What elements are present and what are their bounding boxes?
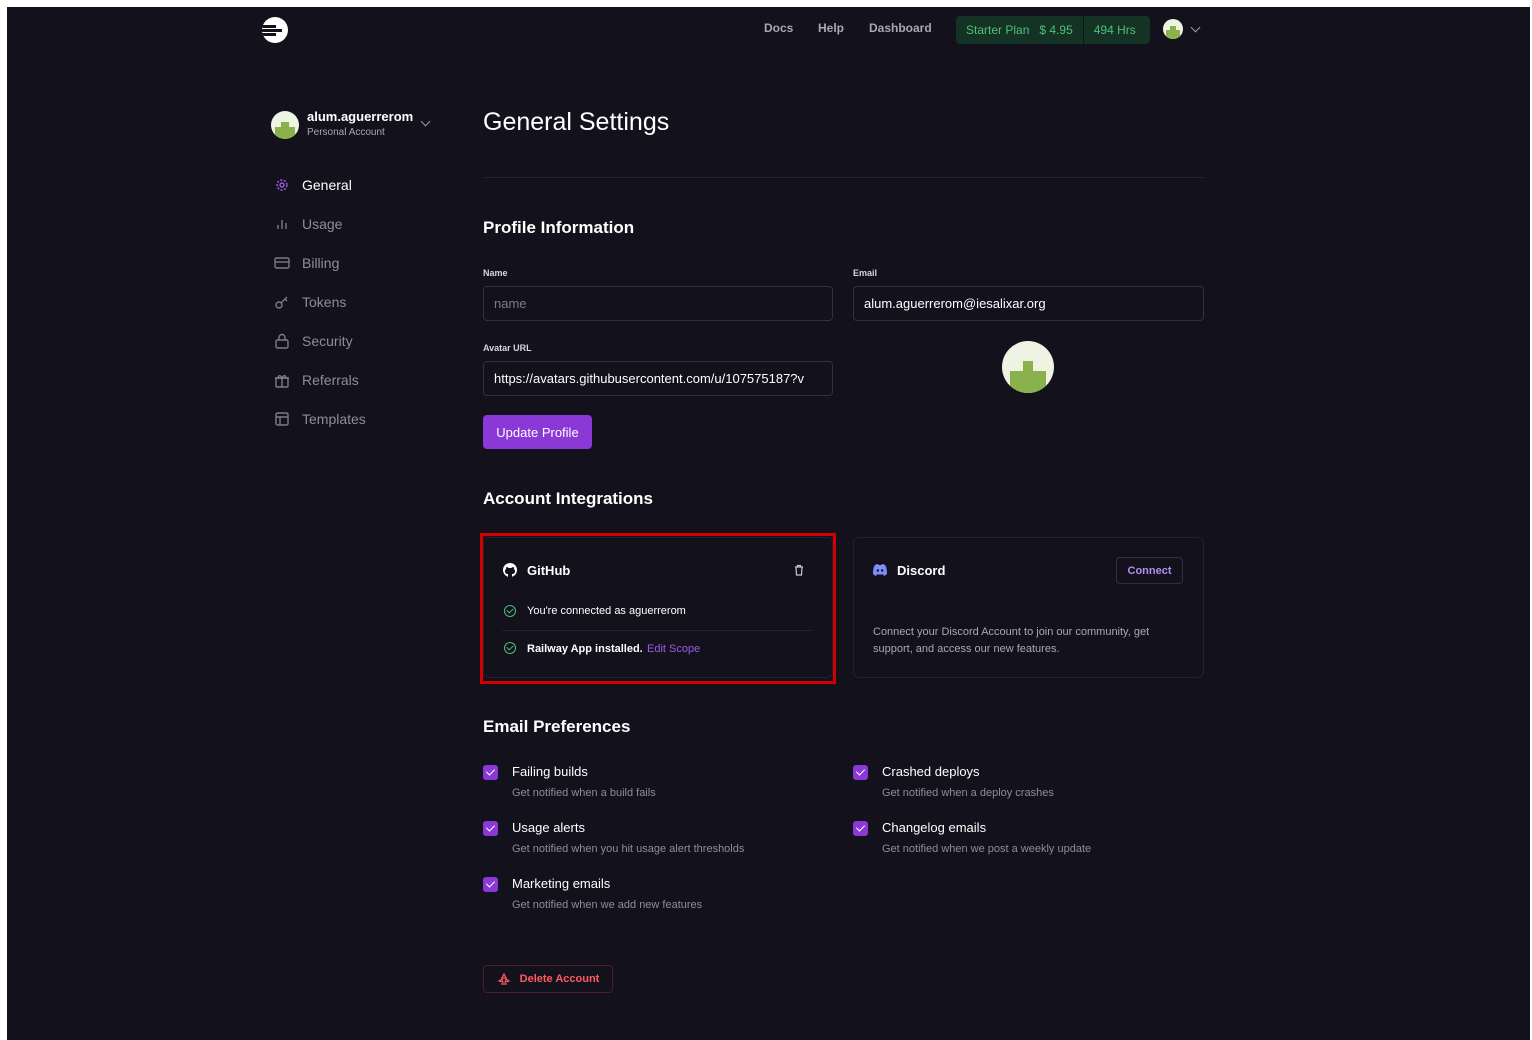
usage-alerts-checkbox[interactable]	[483, 821, 498, 836]
nav-dashboard-link[interactable]: Dashboard	[869, 21, 932, 35]
chevron-down-icon[interactable]	[1190, 22, 1201, 33]
sidebar-item-label: Tokens	[302, 294, 347, 310]
changelog-emails-checkbox[interactable]	[853, 821, 868, 836]
nav-docs-link[interactable]: Docs	[764, 21, 793, 35]
sidebar-item-label: Templates	[302, 411, 366, 427]
gift-icon	[273, 371, 291, 389]
pref-title: Usage alerts	[512, 820, 585, 835]
plan-hours: 494 Hrs	[1093, 23, 1136, 37]
highlight-box	[480, 533, 836, 684]
discord-icon	[872, 563, 888, 582]
pref-title: Crashed deploys	[882, 764, 980, 779]
email-label: Email	[853, 268, 878, 278]
marketing-emails-checkbox[interactable]	[483, 877, 498, 892]
railway-logo-icon[interactable]	[262, 17, 288, 43]
discord-connect-button[interactable]: Connect	[1116, 557, 1183, 584]
pref-description: Get notified when a deploy crashes	[882, 787, 1054, 799]
pref-description: Get notified when you hit usage alert th…	[512, 843, 745, 855]
sidebar-item-label: Usage	[302, 216, 343, 232]
name-label: Name	[483, 268, 508, 278]
sidebar-item-label: Referrals	[302, 372, 359, 388]
app-window: Docs Help Dashboard Starter Plan $ 4.95 …	[7, 7, 1530, 1040]
integrations-heading: Account Integrations	[483, 489, 654, 508]
nav-help-link[interactable]: Help	[818, 21, 844, 35]
account-avatar[interactable]	[271, 111, 299, 139]
sidebar-item-security[interactable]: Security	[273, 330, 353, 352]
plan-separator	[1082, 16, 1084, 44]
danger-icon	[497, 973, 511, 985]
failing-builds-checkbox[interactable]	[483, 765, 498, 780]
discord-title: Discord	[897, 563, 946, 578]
delete-account-button[interactable]: Delete Account	[483, 965, 613, 993]
pref-description: Get notified when we post a weekly updat…	[882, 843, 1092, 855]
credit-card-icon	[273, 254, 291, 272]
email-preferences-heading: Email Preferences	[483, 717, 631, 736]
bar-chart-icon	[273, 215, 291, 233]
key-icon	[273, 293, 291, 311]
discord-description-line1: Connect your Discord Account to join our…	[873, 626, 1150, 638]
sidebar-item-billing[interactable]: Billing	[273, 252, 339, 274]
account-name[interactable]: alum.aguerrerom	[307, 109, 415, 124]
profile-heading: Profile Information	[483, 218, 635, 237]
profile-avatar-preview	[1002, 341, 1054, 393]
sidebar-item-usage[interactable]: Usage	[273, 213, 342, 235]
sidebar-item-general[interactable]: General	[273, 174, 352, 196]
pref-title: Marketing emails	[512, 876, 611, 891]
discord-description-line2: support, and access our new features.	[873, 643, 1060, 655]
crashed-deploys-checkbox[interactable]	[853, 765, 868, 780]
update-profile-button[interactable]: Update Profile	[483, 415, 592, 449]
page-title: General Settings	[483, 108, 670, 136]
pref-title: Failing builds	[512, 764, 588, 779]
account-chevron-down-icon[interactable]	[420, 116, 431, 127]
name-input[interactable]: name	[483, 286, 833, 321]
sidebar-item-label: Security	[302, 333, 353, 349]
pref-description: Get notified when we add new features	[512, 899, 703, 911]
template-icon	[273, 410, 291, 428]
pref-title: Changelog emails	[882, 820, 987, 835]
sidebar-item-referrals[interactable]: Referrals	[273, 369, 359, 391]
email-field[interactable]: alum.aguerrerom@iesalixar.org	[853, 286, 1204, 321]
sidebar-item-tokens[interactable]: Tokens	[273, 291, 346, 313]
plan-name: Starter Plan	[966, 23, 1030, 37]
avatar-url-label: Avatar URL	[483, 343, 532, 353]
plan-credit: $ 4.95	[1039, 23, 1073, 37]
user-menu-avatar[interactable]	[1163, 19, 1183, 39]
avatar-url-input[interactable]: https://avatars.githubusercontent.com/u/…	[483, 361, 833, 396]
sidebar-item-label: Billing	[302, 255, 340, 271]
sidebar-item-templates[interactable]: Templates	[273, 408, 366, 430]
pref-description: Get notified when a build fails	[512, 787, 656, 799]
sidebar-item-label: General	[302, 177, 352, 193]
gear-icon	[273, 176, 291, 194]
title-divider	[483, 177, 1204, 178]
lock-icon	[273, 332, 291, 350]
plan-badge[interactable]: Starter Plan $ 4.95 494 Hrs	[956, 16, 1150, 44]
account-type: Personal Account	[307, 127, 385, 138]
delete-account-label: Delete Account	[519, 973, 600, 985]
